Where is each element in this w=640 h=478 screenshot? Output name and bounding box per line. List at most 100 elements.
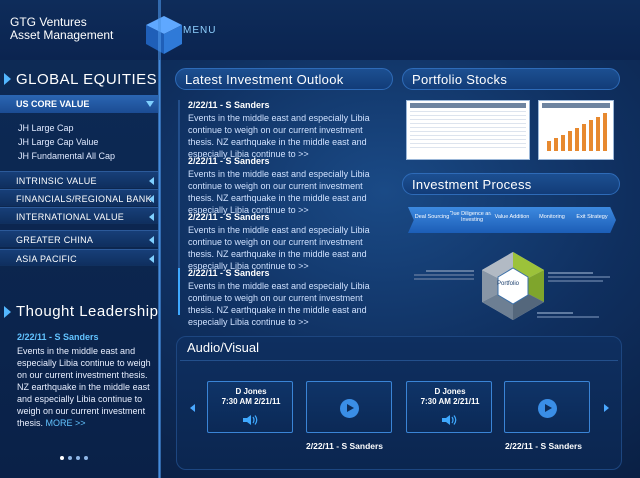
news-rail-highlight — [178, 268, 180, 315]
thumbnail-bar — [554, 138, 558, 151]
process-step-label: Value Addition — [494, 214, 530, 220]
thumbnail-chart-header — [542, 103, 610, 108]
category-label: FINANCIALS/REGIONAL BANK — [16, 194, 152, 204]
outlook-body: Events in the middle east and especially… — [188, 169, 370, 215]
menu-button[interactable]: MENU — [183, 25, 216, 36]
process-note-right — [548, 271, 618, 284]
outlook-body: Events in the middle east and especially… — [188, 225, 370, 271]
process-step-label: Deal Sourcing — [414, 214, 450, 220]
process-title: Investment Process — [412, 177, 532, 192]
chevron-left-icon — [149, 236, 154, 244]
us-core-value-label: US CORE VALUE — [16, 99, 90, 109]
fund-jh-large-cap[interactable]: JH Large Cap — [18, 123, 74, 133]
speaker-name: D Jones — [434, 387, 466, 396]
sidebar-divider — [158, 0, 161, 478]
fund-jh-large-cap-value[interactable]: JH Large Cap Value — [18, 137, 98, 147]
process-note-left — [408, 269, 478, 282]
category-intrinsic-value[interactable]: INTRINSIC VALUE — [0, 171, 158, 188]
top-bar: GTG Ventures Asset Management MENU — [0, 0, 640, 60]
chevron-left-icon — [149, 213, 154, 221]
category-label: GREATER CHINA — [16, 235, 94, 245]
pager-dot[interactable] — [84, 456, 88, 460]
thumbnail-bar — [603, 113, 607, 151]
hex-label: Portfolio — [497, 281, 520, 287]
process-step[interactable]: Value Addition — [488, 207, 536, 233]
play-icon[interactable] — [340, 399, 359, 418]
thumbnail-bar — [561, 135, 565, 151]
pager-dot[interactable] — [60, 456, 64, 460]
thumbnail-bar — [596, 117, 600, 151]
portfolio-header: Portfolio Stocks — [402, 68, 620, 90]
process-step[interactable]: Deal Sourcing — [408, 207, 456, 233]
note-line — [548, 272, 593, 274]
process-step[interactable]: Due Diligence and Investing — [448, 207, 496, 233]
process-header: Investment Process — [402, 173, 620, 195]
outlook-body: Events in the middle east and especially… — [188, 113, 370, 159]
play-icon[interactable] — [538, 399, 557, 418]
process-steps: Deal Sourcing Due Diligence and Investin… — [408, 207, 618, 233]
media-caption: 2/22/11 - S Sanders — [306, 441, 384, 451]
note-line — [548, 276, 610, 278]
outlook-item[interactable]: 2/22/11 - S Sanders Events in the middle… — [188, 156, 388, 216]
more-link[interactable]: MORE >> — [46, 418, 86, 428]
video-tile[interactable] — [306, 381, 392, 433]
speaker-icon — [442, 415, 457, 425]
category-asia-pacific[interactable]: ASIA PACIFIC — [0, 249, 158, 266]
category-international-value[interactable]: INTERNATIONAL VALUE — [0, 207, 158, 224]
holdings-table-thumbnail[interactable] — [406, 100, 530, 160]
global-equities-title[interactable]: GLOBAL EQUITIES — [16, 71, 157, 88]
outlook-item[interactable]: 2/22/11 - S Sanders Events in the middle… — [188, 212, 388, 272]
chevron-left-icon — [149, 177, 154, 185]
chevron-left-icon — [149, 195, 154, 203]
portfolio-title: Portfolio Stocks — [412, 72, 508, 87]
thumbnail-bar — [568, 131, 572, 151]
thumbnail-bar — [589, 120, 593, 151]
note-line — [548, 280, 603, 282]
thumbnail-bar — [582, 124, 586, 151]
outlook-item[interactable]: 2/22/11 - S Sanders Events in the middle… — [188, 100, 388, 160]
performance-chart-thumbnail[interactable] — [538, 100, 614, 160]
thought-leadership-text: Events in the middle east and especially… — [17, 345, 151, 429]
menu-cube-icon[interactable] — [140, 10, 188, 58]
us-core-value-item[interactable]: US CORE VALUE — [0, 95, 158, 113]
media-caption: 2/22/11 - S Sanders — [505, 441, 583, 451]
outlook-date: 2/22/11 - S Sanders — [188, 268, 270, 278]
category-financials-regional-bank[interactable]: FINANCIALS/REGIONAL BANK — [0, 189, 158, 206]
process-step[interactable]: Monitoring — [528, 207, 576, 233]
process-step[interactable]: Exit Strategy — [568, 207, 616, 233]
outlook-date: 2/22/11 - S Sanders — [188, 100, 270, 110]
note-line — [414, 278, 474, 280]
thumbnail-bar — [547, 141, 551, 151]
category-label: INTERNATIONAL VALUE — [16, 212, 125, 222]
note-line — [426, 270, 474, 272]
outlook-date: 2/22/11 - S Sanders — [188, 156, 270, 166]
recording-time: 7:30 AM 2/21/11 — [221, 397, 281, 406]
speaker-name: D Jones — [235, 387, 267, 396]
arrow-right-icon — [4, 306, 11, 318]
arrow-right-icon — [4, 73, 11, 85]
pager-dot[interactable] — [76, 456, 80, 460]
outlook-header: Latest Investment Outlook — [175, 68, 393, 90]
outlook-body: Events in the middle east and especially… — [188, 281, 370, 327]
carousel-next-icon[interactable] — [604, 404, 609, 412]
thought-leadership-title[interactable]: Thought Leadership — [16, 303, 158, 320]
outlook-title: Latest Investment Outlook — [185, 72, 344, 87]
recording-time: 7:30 AM 2/21/11 — [420, 397, 480, 406]
process-step-label: Due Diligence and Investing — [449, 211, 495, 223]
outlook-item[interactable]: 2/22/11 - S Sanders Events in the middle… — [188, 268, 388, 328]
outlook-date: 2/22/11 - S Sanders — [188, 212, 270, 222]
pager-dot[interactable] — [68, 456, 72, 460]
category-label: ASIA PACIFIC — [16, 254, 77, 264]
fund-jh-fundamental-all-cap[interactable]: JH Fundamental All Cap — [18, 151, 115, 161]
audio-visual-title: Audio/Visual — [187, 340, 260, 355]
carousel-prev-icon[interactable] — [190, 404, 195, 412]
thumbnail-bar — [575, 128, 579, 151]
chevron-down-icon — [146, 101, 154, 107]
brand-line-2: Asset Management — [10, 28, 114, 42]
video-tile[interactable] — [504, 381, 590, 433]
speaker-icon — [243, 415, 258, 425]
category-greater-china[interactable]: GREATER CHINA — [0, 230, 158, 247]
audio-tile[interactable]: D Jones 7:30 AM 2/21/11 — [207, 381, 293, 433]
audio-tile[interactable]: D Jones 7:30 AM 2/21/11 — [406, 381, 492, 433]
brand-logo[interactable]: GTG Ventures Asset Management — [10, 16, 113, 42]
